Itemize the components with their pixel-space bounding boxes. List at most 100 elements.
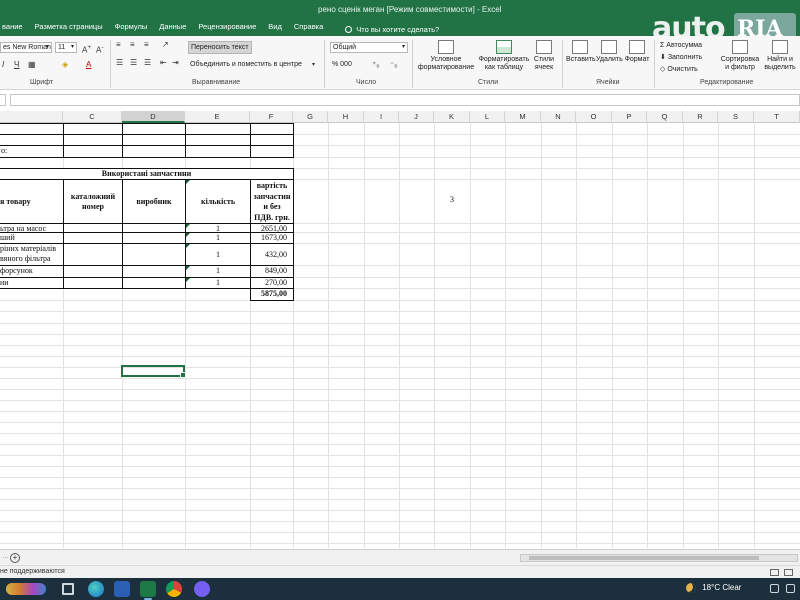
add-sheet-button[interactable]: +: [10, 553, 20, 563]
autosum-button[interactable]: Σ Автосумма: [660, 41, 702, 50]
column-header[interactable]: F: [250, 111, 293, 123]
cell-styles-button[interactable]: Стили ячеек: [530, 40, 558, 72]
align-middle-icon[interactable]: ≡: [130, 40, 135, 50]
cell-d3[interactable]: [122, 145, 186, 158]
formula-input[interactable]: [10, 94, 800, 106]
table-row-qty[interactable]: 1: [185, 243, 251, 266]
increase-decimal-icon[interactable]: ⁺₀: [372, 60, 380, 70]
format-as-table-button[interactable]: Форматировать как таблицу: [478, 40, 530, 72]
fill-button[interactable]: ⬇ Заполнить: [660, 53, 702, 62]
column-header[interactable]: N: [541, 111, 576, 123]
header-catalog-number[interactable]: каталожний номер: [63, 179, 123, 224]
widgets-icon[interactable]: [6, 583, 46, 595]
cell-k-value[interactable]: 3: [434, 195, 470, 205]
table-row-name[interactable]: ии: [0, 277, 64, 289]
conditional-formatting-button[interactable]: Условное форматирование: [416, 40, 476, 72]
column-header[interactable]: J: [399, 111, 434, 123]
merge-dropdown-icon[interactable]: ▾: [312, 60, 315, 70]
find-select-button[interactable]: Найти и выделить: [762, 40, 798, 72]
format-cells-button[interactable]: Формат: [624, 40, 650, 64]
tab-insert[interactable]: вание: [0, 22, 29, 36]
decrease-decimal-icon[interactable]: ⁻₀: [390, 60, 398, 70]
table-row-catalog[interactable]: [63, 243, 123, 266]
number-format-buttons[interactable]: % 000: [332, 60, 352, 69]
tray-icon[interactable]: [770, 584, 779, 593]
cell-e3[interactable]: [185, 145, 251, 158]
excel-icon[interactable]: [140, 581, 156, 600]
active-cell[interactable]: [121, 365, 186, 378]
clear-button[interactable]: ◇ Очистить: [660, 65, 698, 74]
font-color-icon[interactable]: A: [86, 60, 91, 70]
table-row-name[interactable]: ріних матеріалів вяного фільтра: [0, 243, 64, 266]
page-layout-view-icon[interactable]: [784, 569, 793, 576]
column-header[interactable]: H: [328, 111, 364, 123]
viber-icon[interactable]: [194, 581, 210, 597]
table-row-maker[interactable]: [122, 243, 186, 266]
font-name-select[interactable]: es New Roman ▾: [0, 42, 52, 53]
column-header[interactable]: I: [364, 111, 399, 123]
name-box[interactable]: [0, 94, 6, 106]
tab-help[interactable]: Справка: [288, 22, 329, 36]
decrease-indent-icon[interactable]: ⇤: [160, 58, 167, 68]
number-format-select[interactable]: Общий ▾: [330, 42, 408, 53]
column-header[interactable]: R: [683, 111, 718, 123]
table-row-maker[interactable]: [122, 277, 186, 289]
column-header[interactable]: M: [505, 111, 541, 123]
column-header[interactable]: K: [434, 111, 470, 123]
column-header[interactable]: S: [718, 111, 754, 123]
weather-widget[interactable]: 18°C Clear: [686, 583, 741, 593]
merge-center-button[interactable]: Объединить и поместить в центре: [190, 60, 302, 69]
header-manufacturer[interactable]: виробник: [122, 179, 186, 224]
delete-cells-button[interactable]: Удалить: [596, 40, 623, 64]
tell-me-search[interactable]: Что вы хотите сделать?: [329, 22, 439, 36]
table-row-catalog[interactable]: [63, 277, 123, 289]
column-header[interactable]: L: [470, 111, 505, 123]
increase-indent-icon[interactable]: ⇥: [172, 58, 179, 68]
word-icon[interactable]: [114, 581, 130, 597]
column-header[interactable]: D: [122, 111, 185, 123]
sheet-nav-icon[interactable]: …: [2, 553, 9, 560]
column-header-b[interactable]: [0, 111, 63, 123]
edge-browser-icon[interactable]: [88, 581, 104, 597]
task-view-icon[interactable]: [62, 583, 74, 595]
normal-view-icon[interactable]: [770, 569, 779, 576]
scrollbar-thumb[interactable]: [529, 556, 759, 560]
total-price-cell[interactable]: 5875,00: [250, 288, 294, 301]
sort-filter-button[interactable]: Сортировка и фильтр: [720, 40, 760, 72]
header-item-name[interactable]: я товару: [0, 179, 64, 224]
column-header[interactable]: P: [612, 111, 647, 123]
cell-c3[interactable]: [63, 145, 123, 158]
font-size-select[interactable]: 11 ▾: [55, 42, 77, 53]
align-center-icon[interactable]: ☰: [130, 58, 137, 68]
worksheet-grid[interactable]: о: Використані запчастини я товару катал…: [0, 123, 800, 548]
borders-icon[interactable]: ▦: [28, 60, 36, 70]
column-header[interactable]: E: [185, 111, 250, 123]
fill-color-icon[interactable]: ◈: [62, 60, 68, 70]
tab-view[interactable]: Вид: [262, 22, 288, 36]
cell-b3[interactable]: о:: [0, 145, 64, 158]
column-header[interactable]: Q: [647, 111, 683, 123]
tab-review[interactable]: Рецензирование: [192, 22, 262, 36]
header-price[interactable]: вартість запчастин и без ПДВ. грн.: [250, 179, 294, 224]
cell-f3[interactable]: [250, 145, 294, 158]
header-quantity[interactable]: кількість: [185, 179, 251, 224]
chrome-icon[interactable]: [166, 581, 182, 597]
column-header[interactable]: C: [63, 111, 122, 123]
table-row-qty[interactable]: 1: [185, 277, 251, 289]
underline-icon[interactable]: Ч: [14, 60, 19, 70]
column-header[interactable]: T: [754, 111, 800, 123]
align-top-icon[interactable]: ≡: [116, 40, 121, 50]
align-left-icon[interactable]: ☰: [116, 58, 123, 68]
increase-font-icon[interactable]: A+: [82, 43, 91, 56]
column-header[interactable]: G: [293, 111, 328, 123]
insert-cells-button[interactable]: Вставить: [566, 40, 596, 64]
tray-icon[interactable]: [786, 584, 795, 593]
align-bottom-icon[interactable]: ≡: [144, 40, 149, 50]
italic-icon[interactable]: I: [2, 60, 4, 70]
column-header[interactable]: O: [576, 111, 612, 123]
wrap-text-button[interactable]: Переносить текст: [188, 41, 252, 54]
decrease-font-icon[interactable]: A-: [96, 43, 104, 56]
orientation-icon[interactable]: ↗: [162, 40, 169, 50]
align-right-icon[interactable]: ☰: [144, 58, 151, 68]
tab-page-layout[interactable]: Разметка страницы: [29, 22, 109, 36]
